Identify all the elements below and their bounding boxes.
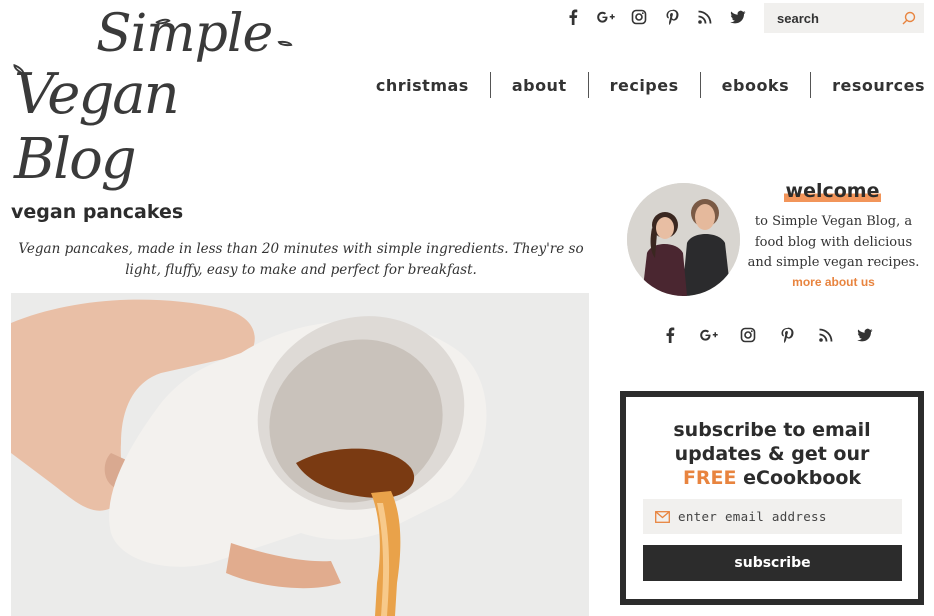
nav-item-about[interactable]: about bbox=[491, 76, 588, 95]
email-field bbox=[643, 499, 902, 534]
rss-icon[interactable] bbox=[688, 6, 721, 28]
instagram-icon[interactable] bbox=[622, 6, 655, 28]
search-box bbox=[764, 3, 924, 33]
rss-icon[interactable] bbox=[809, 324, 842, 346]
post-intro: Vegan pancakes, made in less than 20 min… bbox=[18, 241, 584, 278]
subscribe-heading: subscribe to email updates & get our FRE… bbox=[673, 419, 871, 489]
instagram-icon[interactable] bbox=[731, 324, 764, 346]
welcome-title: welcome bbox=[783, 180, 882, 202]
welcome-text: to Simple Vegan Blog, a food blog with d… bbox=[747, 214, 920, 270]
envelope-icon bbox=[655, 510, 670, 523]
twitter-icon[interactable] bbox=[721, 6, 754, 28]
pinterest-icon[interactable] bbox=[770, 324, 803, 346]
free-highlight: FREE bbox=[682, 467, 737, 489]
nav-item-christmas[interactable]: christmas bbox=[355, 76, 490, 95]
avatar bbox=[627, 183, 740, 296]
subscribe-button[interactable]: subscribe bbox=[643, 545, 902, 581]
leaf-icon bbox=[277, 38, 293, 49]
nav-item-ebooks[interactable]: ebooks bbox=[701, 76, 810, 95]
hero-image bbox=[11, 293, 589, 616]
more-about-link[interactable]: more about us bbox=[746, 275, 921, 289]
search-icon[interactable] bbox=[902, 11, 916, 25]
nav-item-resources[interactable]: resources bbox=[811, 76, 925, 95]
facebook-icon[interactable] bbox=[653, 324, 686, 346]
site-logo[interactable]: Simple Vegan Blog bbox=[8, 4, 313, 192]
pinterest-icon[interactable] bbox=[655, 6, 688, 28]
main-nav: christmas about recipes ebooks resources bbox=[355, 72, 925, 98]
facebook-icon[interactable] bbox=[556, 6, 589, 28]
nav-item-recipes[interactable]: recipes bbox=[589, 76, 700, 95]
email-input[interactable] bbox=[678, 509, 898, 524]
logo-line-1: Simple bbox=[96, 4, 273, 64]
twitter-icon[interactable] bbox=[848, 324, 881, 346]
subscribe-box: subscribe to email updates & get our FRE… bbox=[620, 391, 924, 605]
logo-line-2: Vegan Blog bbox=[14, 62, 180, 192]
post-title: vegan pancakes bbox=[11, 201, 184, 223]
sidebar-social-links bbox=[653, 324, 881, 346]
header-social-links bbox=[556, 6, 754, 28]
google-plus-icon[interactable] bbox=[589, 6, 622, 28]
google-plus-icon[interactable] bbox=[692, 324, 725, 346]
search-input[interactable] bbox=[764, 10, 894, 26]
